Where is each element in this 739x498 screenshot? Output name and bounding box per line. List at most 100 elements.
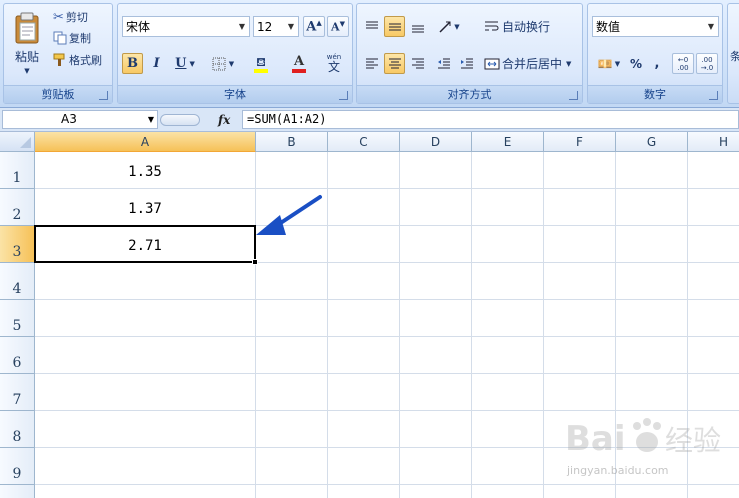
row-header-5[interactable]: 5 <box>0 300 35 337</box>
watermark-url: jingyan.baidu.com <box>567 464 669 477</box>
number-format-combo[interactable]: 数值 ▼ <box>592 16 719 37</box>
select-all-button[interactable] <box>0 132 35 152</box>
underline-label: U <box>175 56 187 71</box>
paintbrush-icon <box>53 53 65 66</box>
comma-style-button[interactable]: , <box>648 53 666 74</box>
clipboard-group: 粘贴 ▼ ✂ 剪切 复制 格式刷 剪贴板 <box>3 3 113 104</box>
font-group-title: 字体 <box>118 85 352 103</box>
bold-button[interactable]: B <box>122 53 143 74</box>
svg-text:经验: 经验 <box>665 424 721 457</box>
chevron-down-icon[interactable]: ▼ <box>704 17 718 36</box>
align-middle-button[interactable] <box>384 16 405 37</box>
alignment-title-text: 对齐方式 <box>447 88 492 101</box>
column-header-g[interactable]: G <box>616 132 688 152</box>
borders-button[interactable]: ▼ <box>206 53 240 74</box>
fill-color-button[interactable]: ⛾ <box>244 53 278 74</box>
align-bottom-button[interactable] <box>407 16 428 37</box>
merge-center-button[interactable]: 合并后居中 ▼ <box>483 53 581 74</box>
orientation-button[interactable]: ▼ <box>433 16 465 37</box>
decrease-decimal-top: .00 <box>701 55 713 64</box>
copy-button[interactable]: 复制 <box>52 28 110 48</box>
formula-bar-splitter[interactable] <box>160 113 200 126</box>
paste-label: 粘贴 <box>14 49 39 64</box>
paste-button[interactable]: 粘贴 ▼ <box>8 7 46 79</box>
copy-icon <box>53 31 67 45</box>
row-header-9[interactable]: 9 <box>0 448 35 485</box>
row-header-4[interactable]: 4 <box>0 263 35 300</box>
row-header-8[interactable]: 8 <box>0 411 35 448</box>
name-box-value: A3 <box>61 112 77 126</box>
chevron-down-icon: ▼ <box>24 66 30 75</box>
name-box[interactable]: A3 ▼ <box>2 110 158 129</box>
column-header-h[interactable]: H <box>688 132 739 152</box>
font-size-combo[interactable]: 12 ▼ <box>253 16 299 37</box>
align-left-button[interactable] <box>361 53 382 74</box>
formula-input[interactable]: =SUM(A1:A2) <box>242 110 739 129</box>
chevron-down-icon[interactable]: ▼ <box>235 17 249 36</box>
font-color-bar <box>292 68 306 73</box>
align-top-button[interactable] <box>361 16 382 37</box>
font-name-combo[interactable]: 宋体 ▼ <box>122 16 250 37</box>
row-header-2[interactable]: 2 <box>0 189 35 226</box>
orientation-icon <box>439 20 451 33</box>
italic-button[interactable]: I <box>146 53 167 74</box>
percent-button[interactable]: % <box>626 53 646 74</box>
row-header-1[interactable]: 1 <box>0 152 35 189</box>
gridline <box>35 188 739 189</box>
dialog-launcher-icon[interactable] <box>339 91 348 100</box>
align-bottom-icon <box>411 25 424 32</box>
baidu-jingyan-logo: Bai 经验 <box>565 418 721 459</box>
accounting-format-button[interactable]: 💴 ▼ <box>592 53 626 74</box>
clipboard-group-title: 剪贴板 <box>4 85 112 103</box>
column-header-b[interactable]: B <box>256 132 328 152</box>
svg-text:Bai: Bai <box>565 419 626 459</box>
paint-bucket-icon: ⛾ <box>256 54 266 69</box>
insert-function-button[interactable]: fx <box>218 113 230 127</box>
merge-center-icon <box>484 58 500 69</box>
alignment-group: ▼ 自动换行 合并后居中 ▼ 对齐方式 <box>356 3 583 104</box>
cell-a1[interactable]: 1.35 <box>35 164 255 180</box>
chevron-down-icon[interactable]: ▼ <box>148 111 154 128</box>
row-header-6[interactable]: 6 <box>0 337 35 374</box>
gridline <box>35 373 739 374</box>
column-header-f[interactable]: F <box>544 132 616 152</box>
increase-decimal-button[interactable]: ←0 .00 <box>672 53 694 74</box>
column-header-e[interactable]: E <box>472 132 544 152</box>
annotation-arrow-icon <box>256 195 322 235</box>
baidu-watermark: Bai 经验 jingyan.baidu.com <box>565 412 735 492</box>
decrease-indent-button[interactable] <box>433 53 454 74</box>
column-header-c[interactable]: C <box>328 132 400 152</box>
chevron-down-icon: ▼ <box>614 59 621 68</box>
increase-indent-icon <box>460 58 473 68</box>
column-header-a[interactable]: A <box>35 132 256 152</box>
increase-indent-button[interactable] <box>456 53 477 74</box>
wrap-text-button[interactable]: 自动换行 <box>483 16 581 37</box>
font-color-button[interactable]: A <box>282 53 316 74</box>
underline-button[interactable]: U ▼ <box>170 53 200 74</box>
shrink-font-icon: A▼ <box>331 19 345 34</box>
fill-handle[interactable] <box>252 259 258 265</box>
grow-font-button[interactable]: A▲ <box>303 16 325 37</box>
phonetic-guide-button[interactable]: wén 文 <box>318 51 350 76</box>
cell-a2[interactable]: 1.37 <box>35 201 255 217</box>
comma-label: , <box>654 56 660 71</box>
row-header-10[interactable] <box>0 485 35 498</box>
shrink-font-button[interactable]: A▼ <box>327 16 349 37</box>
dialog-launcher-icon[interactable] <box>569 91 578 100</box>
wrap-text-label: 自动换行 <box>502 20 551 34</box>
row-header-3[interactable]: 3 <box>0 226 35 263</box>
formula-bar: A3 ▼ fx =SUM(A1:A2) <box>0 108 739 132</box>
clipboard-title-text: 剪贴板 <box>41 88 75 101</box>
column-header-d[interactable]: D <box>400 132 472 152</box>
align-top-icon <box>365 21 378 28</box>
chevron-down-icon: ▼ <box>189 59 195 68</box>
row-header-7[interactable]: 7 <box>0 374 35 411</box>
chevron-down-icon[interactable]: ▼ <box>284 17 298 36</box>
align-right-button[interactable] <box>407 53 428 74</box>
cut-button[interactable]: ✂ 剪切 <box>52 7 110 27</box>
dialog-launcher-icon[interactable] <box>709 91 718 100</box>
dialog-launcher-icon[interactable] <box>99 91 108 100</box>
decrease-decimal-button[interactable]: .00 →.0 <box>696 53 718 74</box>
align-center-button[interactable] <box>384 53 405 74</box>
format-painter-button[interactable]: 格式刷 <box>52 50 112 70</box>
